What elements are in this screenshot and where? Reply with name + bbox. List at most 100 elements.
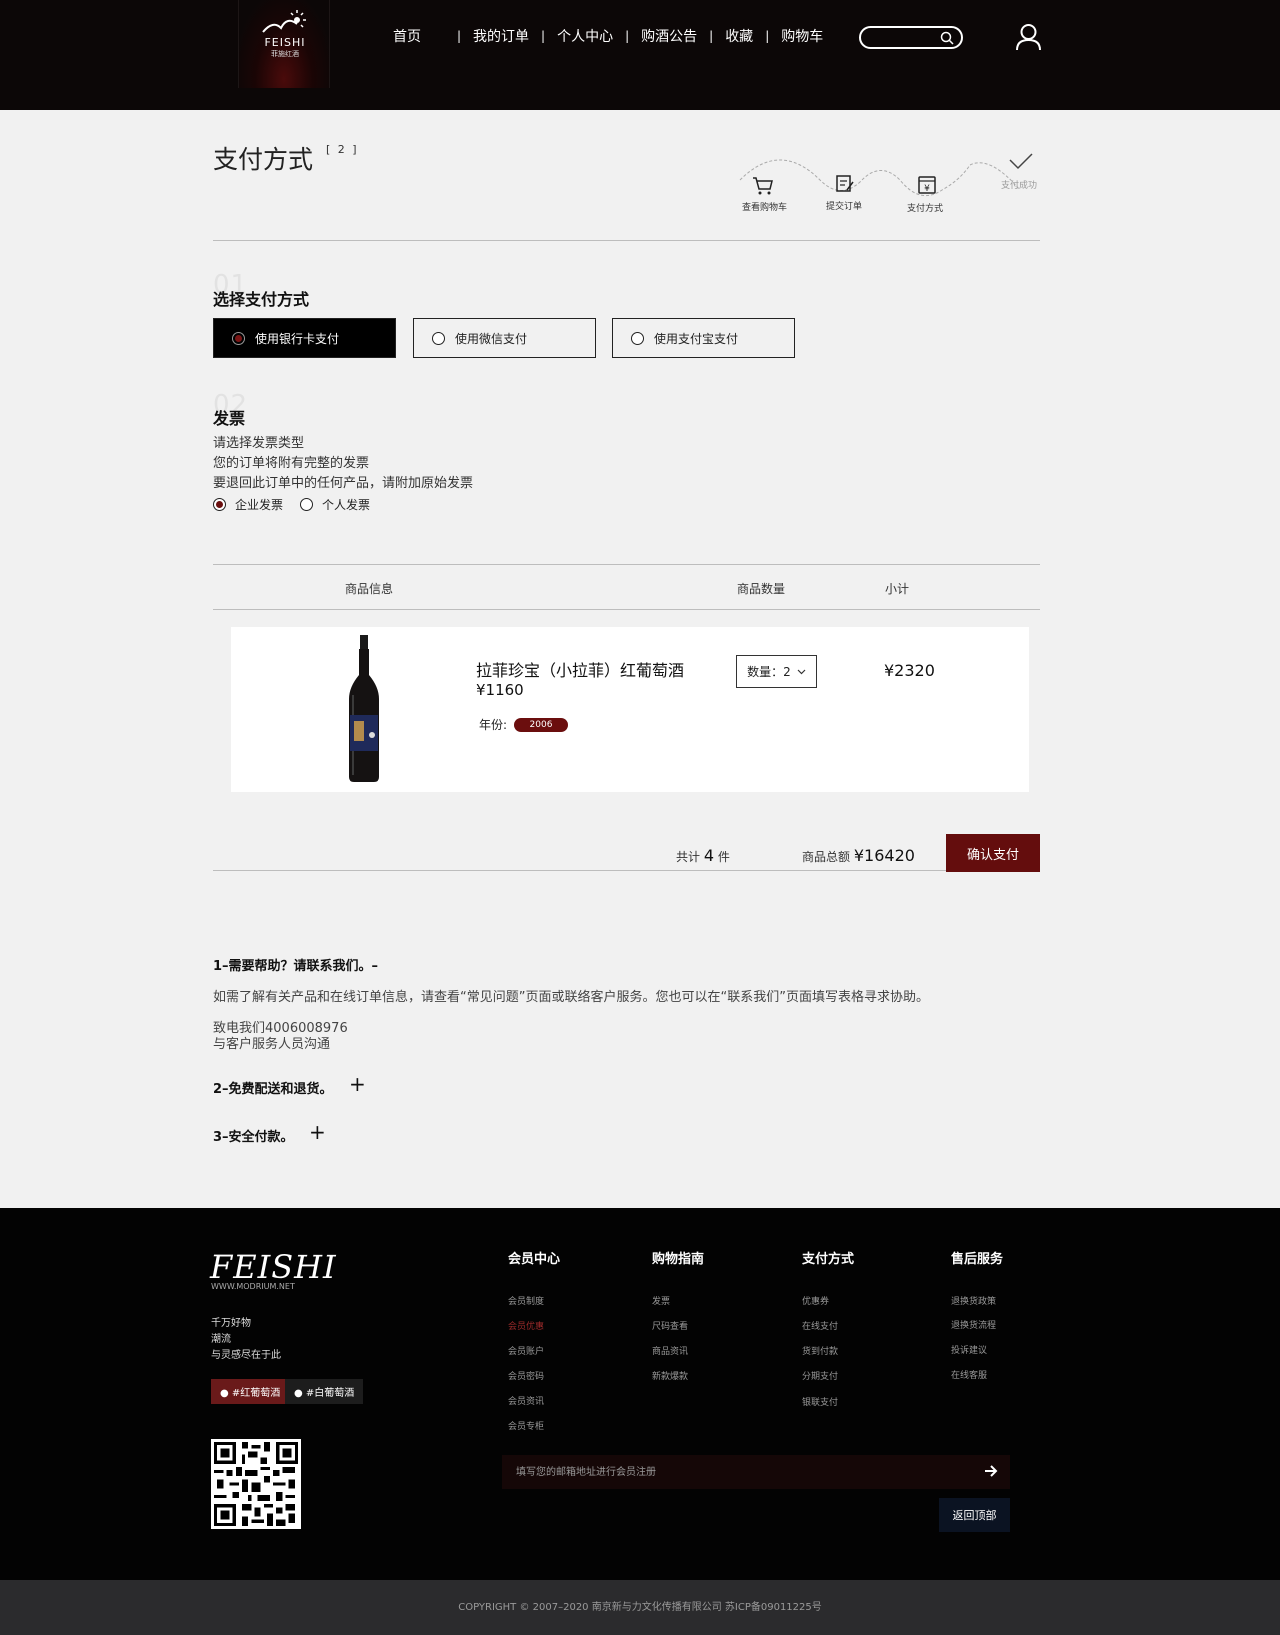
item-count-value: 4	[703, 846, 715, 865]
section-title-payment: 选择支付方式	[213, 290, 310, 309]
user-account-icon[interactable]	[1015, 23, 1042, 51]
newsletter-form	[502, 1455, 1010, 1489]
progress-step-submit: 提交订单	[826, 202, 863, 212]
confirm-payment-button[interactable]: 确认支付	[946, 834, 1040, 872]
copyright: COPYRIGHT © 2007–2020 南京新与力文化传播有限公司 苏ICP…	[0, 1580, 1280, 1635]
main-nav: 首页 | 我的订单 | 个人中心 | 购酒公告 | 收藏 | 购物车	[393, 26, 823, 46]
help-heading-shipping[interactable]: 2–免费配送和退货。	[213, 1078, 333, 1097]
divider	[213, 870, 946, 871]
pay-option-bank-card[interactable]: 使用银行卡支付	[213, 318, 396, 358]
tag-white-wine[interactable]: ● #白葡萄酒	[285, 1379, 364, 1404]
footer-link[interactable]: 退换货流程	[951, 1318, 996, 1331]
footer-col-title-aftersales: 售后服务	[951, 1252, 1004, 1267]
radio-icon	[213, 498, 226, 511]
svg-text:¥: ¥	[924, 184, 930, 194]
radio-icon	[300, 498, 313, 511]
order-total-label: 商品总额	[802, 850, 851, 864]
quantity-value: 数量：2	[747, 665, 791, 679]
footer-slogan: 千万好物	[211, 1318, 251, 1329]
item-count-suffix: 件	[717, 850, 730, 864]
help-description: 如需了解有关产品和在线订单信息，请查看“常见问题”页面或联络客户服务。您也可以在…	[213, 990, 929, 1005]
wine-bottle-image	[349, 635, 379, 782]
table-header-product: 商品信息	[345, 582, 394, 596]
vintage-label: 年份:	[479, 718, 508, 732]
progress-step-success: 支付成功	[1001, 181, 1038, 191]
page-title: 支付方式	[213, 145, 314, 174]
qr-code-image	[211, 1439, 301, 1529]
footer-slogan: 与灵感尽在于此	[211, 1350, 281, 1361]
tag-red-wine[interactable]: ● #红葡萄酒	[211, 1379, 290, 1404]
table-header-subtotal: 小计	[885, 582, 910, 596]
footer-link[interactable]: 发票	[652, 1294, 670, 1307]
nav-my-orders[interactable]: 我的订单	[473, 26, 529, 46]
radio-icon	[232, 331, 245, 345]
arrow-right-icon[interactable]	[984, 1464, 998, 1478]
footer-link[interactable]: 在线支付	[802, 1319, 838, 1332]
vintage-badge: 2006	[514, 718, 568, 732]
logo-subtext: 菲施红酒	[271, 50, 299, 58]
nav-profile[interactable]: 个人中心	[557, 26, 613, 46]
nav-divider: |	[709, 29, 714, 43]
back-to-top-button[interactable]: 返回顶部	[939, 1498, 1010, 1532]
invoice-instruction: 请选择发票类型	[213, 436, 305, 451]
footer-link[interactable]: 新款爆款	[652, 1369, 688, 1382]
pay-option-label: 使用微信支付	[455, 331, 528, 346]
cart-item: 拉菲珍宝（小拉菲）红葡萄酒 ¥1160 年份: 2006 数量：2 ¥2320	[231, 627, 1029, 792]
footer-link[interactable]: 会员账户	[508, 1344, 544, 1357]
site-header: FEISHI 菲施红酒 首页 | 我的订单 | 个人中心 | 购酒公告 | 收藏…	[0, 0, 1280, 110]
quantity-select[interactable]: 数量：2	[736, 655, 817, 688]
nav-favorites[interactable]: 收藏	[725, 26, 753, 46]
footer-link[interactable]: 会员密码	[508, 1369, 544, 1382]
nav-cart[interactable]: 购物车	[781, 26, 823, 46]
footer-link[interactable]: 货到付款	[802, 1344, 838, 1357]
invoice-option-label: 个人发票	[322, 498, 371, 512]
footer-link[interactable]: 尺码查看	[652, 1319, 688, 1332]
footer-link[interactable]: 会员优惠	[508, 1319, 544, 1332]
help-heading-contact[interactable]: 1–需要帮助？请联系我们。–	[213, 955, 378, 974]
footer-link[interactable]: 分期支付	[802, 1369, 838, 1382]
pay-option-label: 使用支付宝支付	[654, 331, 739, 346]
progress-step-payment: 支付方式	[907, 204, 944, 214]
divider	[213, 240, 1040, 241]
order-total-value: ¥16420	[853, 846, 915, 865]
progress-step-cart: 查看购物车	[742, 203, 788, 213]
invoice-option-label: 企业发票	[235, 498, 284, 512]
footer-link[interactable]: 商品资讯	[652, 1344, 688, 1357]
pay-option-wechat[interactable]: 使用微信支付	[413, 318, 596, 358]
brand-logo[interactable]: FEISHI 菲施红酒	[238, 0, 330, 88]
radio-icon	[432, 331, 445, 345]
nav-divider: |	[625, 29, 630, 43]
footer-link[interactable]: 银联支付	[802, 1395, 838, 1408]
footer-link[interactable]: 投诉建议	[951, 1343, 987, 1356]
footer-col-title-member: 会员中心	[508, 1252, 561, 1267]
product-name[interactable]: 拉菲珍宝（小拉菲）红葡萄酒	[476, 657, 684, 681]
logo-mark-icon	[262, 10, 306, 33]
footer-link[interactable]: 会员资讯	[508, 1394, 544, 1407]
email-subscribe-input[interactable]	[502, 1455, 962, 1489]
help-heading-secure-payment[interactable]: 3–安全付款。	[213, 1126, 294, 1145]
footer-link[interactable]: 退换货政策	[951, 1294, 996, 1307]
nav-divider: |	[457, 29, 462, 43]
search-icon[interactable]	[939, 30, 955, 46]
search-input[interactable]	[859, 26, 963, 49]
invoice-option-company[interactable]: 企业发票	[213, 496, 283, 513]
order-total: 商品总额 ¥16420	[802, 846, 915, 865]
nav-announcements[interactable]: 购酒公告	[641, 26, 697, 46]
invoice-option-personal[interactable]: 个人发票	[300, 496, 370, 513]
footer-slogan: 潮流	[211, 1334, 231, 1345]
table-header-quantity: 商品数量	[737, 582, 786, 596]
footer-link[interactable]: 优惠券	[802, 1294, 829, 1307]
expand-plus-icon[interactable]: +	[349, 1072, 366, 1096]
logo-text: FEISHI	[264, 36, 306, 49]
pay-option-alipay[interactable]: 使用支付宝支付	[612, 318, 795, 358]
item-count-prefix: 共计	[676, 850, 701, 864]
footer-link[interactable]: 在线客服	[951, 1368, 987, 1381]
site-footer: FEISHI WWW.MODRIUM.NET 千万好物 潮流 与灵感尽在于此 ●…	[0, 1208, 1280, 1580]
footer-link[interactable]: 会员制度	[508, 1294, 544, 1307]
order-edit-icon	[836, 175, 854, 192]
nav-home[interactable]: 首页	[393, 26, 421, 46]
expand-plus-icon[interactable]: +	[309, 1120, 326, 1144]
footer-link[interactable]: 会员专柜	[508, 1419, 544, 1432]
divider	[213, 564, 1040, 565]
nav-divider: |	[765, 29, 770, 43]
